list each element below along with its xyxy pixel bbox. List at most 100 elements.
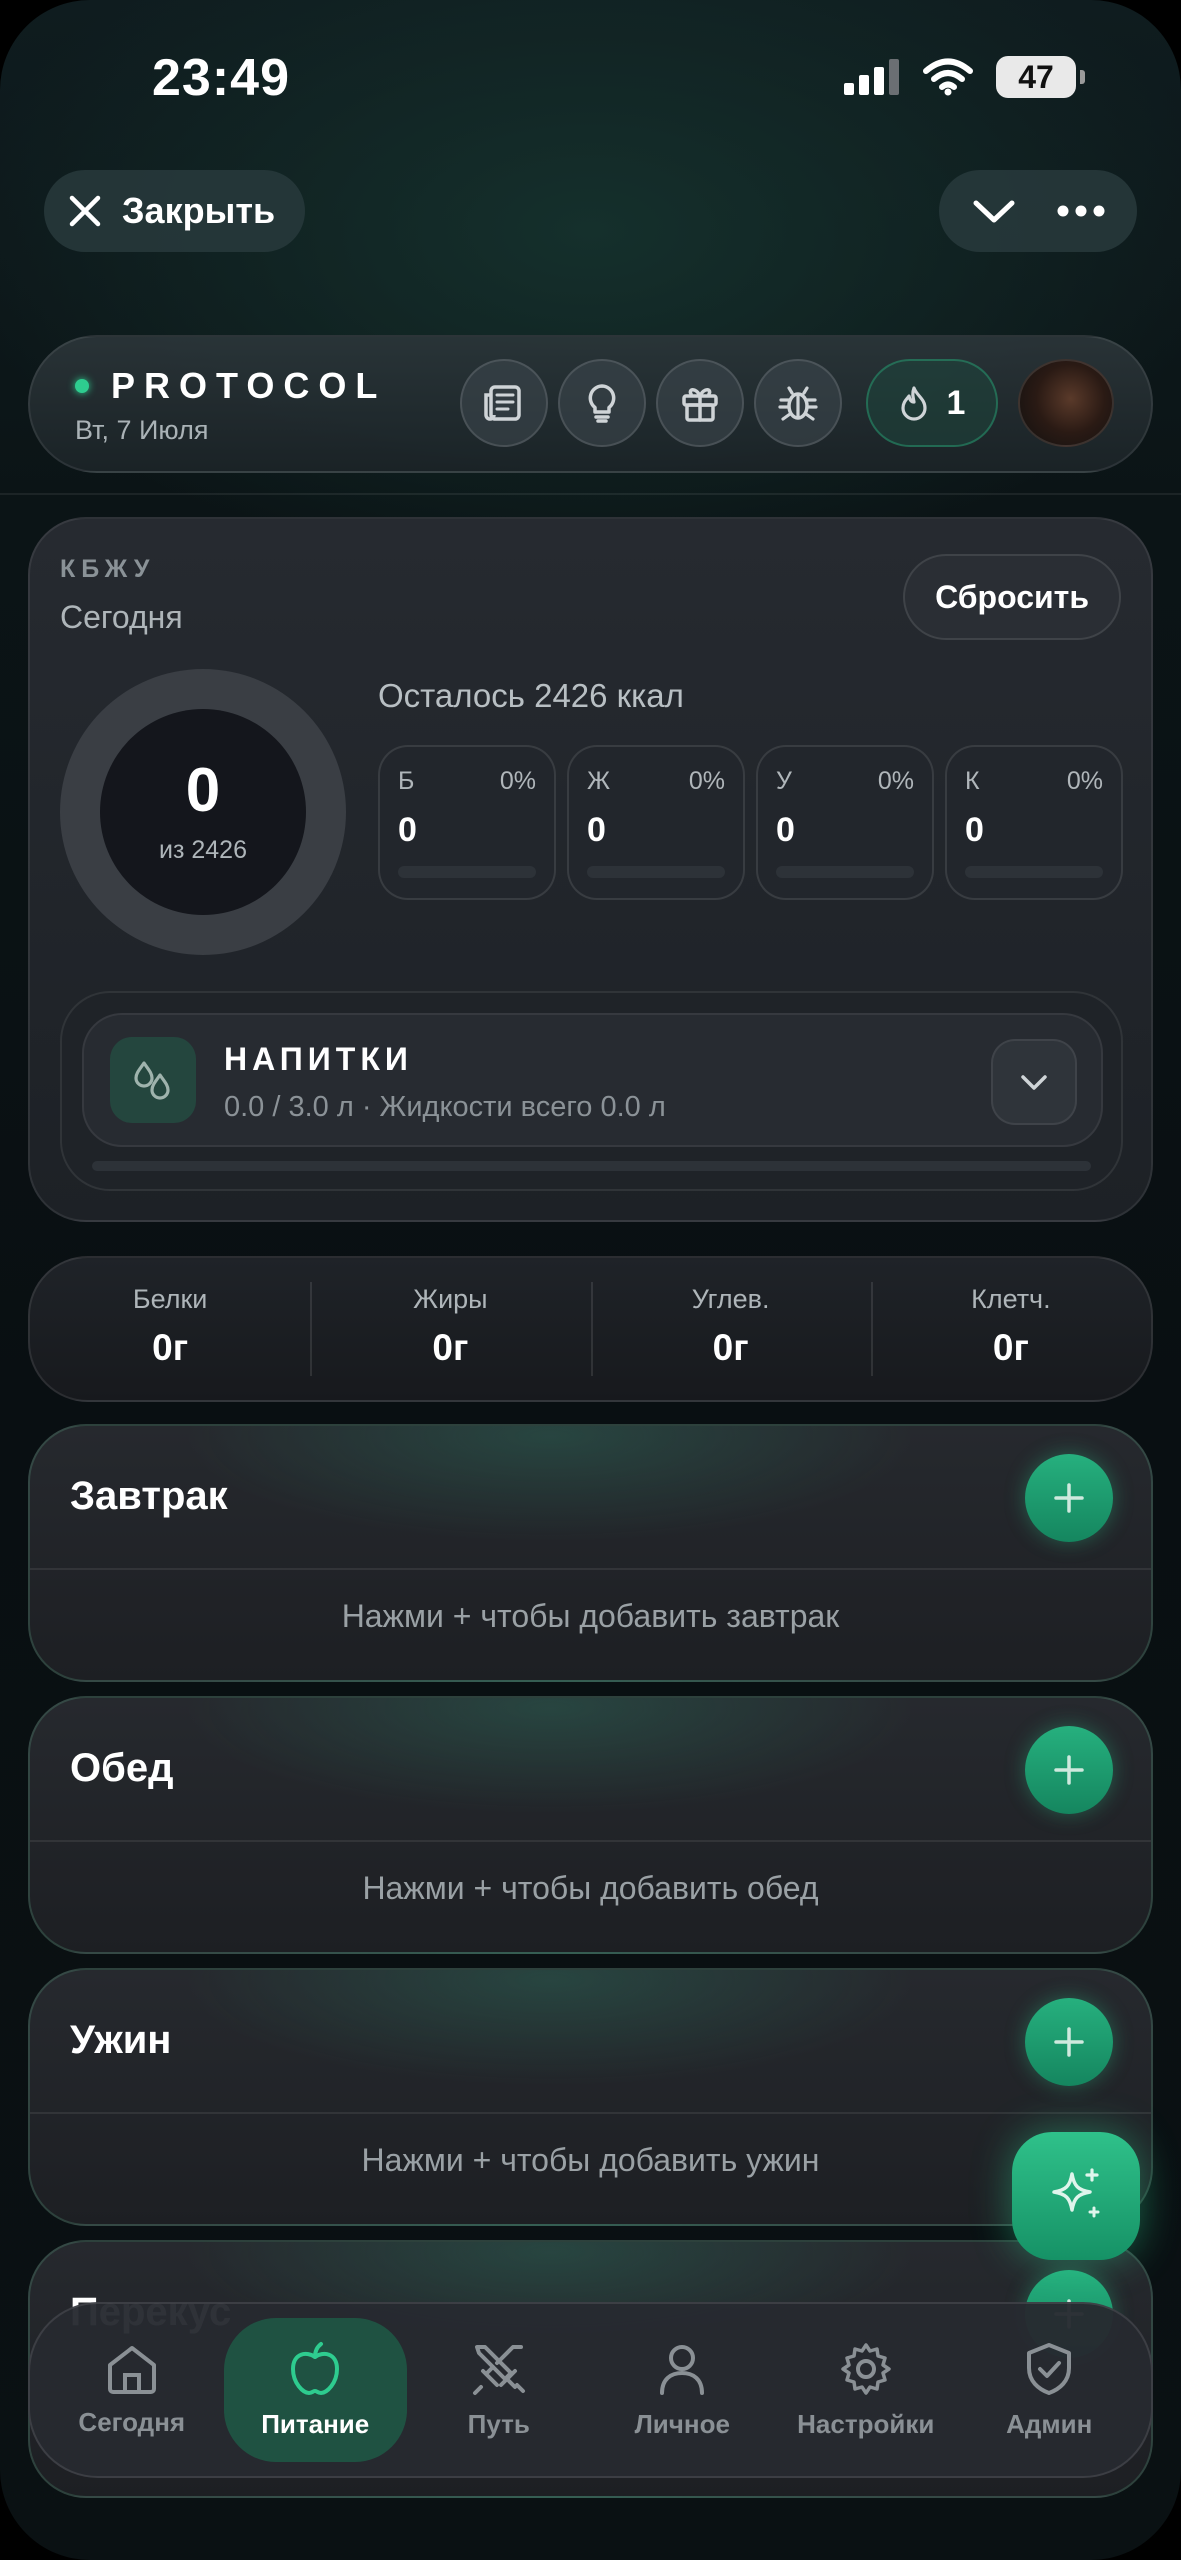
meal-dinner: Ужин Нажми + чтобы добавить ужин: [28, 1968, 1153, 2226]
plus-icon: [1054, 2027, 1084, 2057]
ai-assistant-button[interactable]: [1012, 2132, 1140, 2260]
status-time: 23:49: [152, 49, 290, 107]
meal-breakfast: Завтрак Нажми + чтобы добавить завтрак: [28, 1424, 1153, 1682]
drinks-icon-badge: [110, 1037, 196, 1123]
nav-admin[interactable]: Админ: [958, 2318, 1142, 2462]
streak-count: 1: [946, 383, 966, 422]
macro-progress: [587, 866, 725, 878]
sparkles-icon: [1052, 2168, 1100, 2218]
streak-badge[interactable]: 1: [866, 359, 998, 447]
drinks-expand-button[interactable]: [991, 1039, 1077, 1125]
lightbulb-icon: [588, 384, 616, 423]
drinks-row[interactable]: НАПИТКИ 0.0 / 3.0 л · Жидкости всего 0.0…: [82, 1013, 1103, 1147]
gifts-button[interactable]: [656, 359, 744, 447]
macro-percent: 0%: [1066, 767, 1103, 795]
drinks-title: НАПИТКИ: [224, 1041, 413, 1077]
droplets-icon: [134, 1061, 170, 1100]
macro-letter: К: [965, 767, 980, 795]
kbju-label: КБЖУ: [60, 555, 156, 583]
drinks-card: НАПИТКИ 0.0 / 3.0 л · Жидкости всего 0.0…: [60, 991, 1123, 1191]
nav-path[interactable]: Путь: [407, 2318, 591, 2462]
add-lunch-button[interactable]: [1025, 1726, 1113, 1814]
nav-nutrition[interactable]: Питание: [223, 2318, 407, 2462]
battery-indicator: 47: [996, 56, 1085, 98]
top-right-controls: [939, 170, 1137, 252]
more-icon[interactable]: [1057, 204, 1105, 218]
macro-fiber: К 0% 0: [945, 745, 1123, 900]
macro-letter: У: [776, 767, 792, 795]
ideas-button[interactable]: [558, 359, 646, 447]
drinks-progress: [92, 1161, 1091, 1171]
close-button[interactable]: Закрыть: [44, 170, 306, 252]
add-breakfast-button[interactable]: [1025, 1454, 1113, 1542]
nav-label: Админ: [1006, 2408, 1093, 2439]
nav-label: Питание: [261, 2408, 370, 2439]
bug-report-button[interactable]: [754, 359, 842, 447]
status-icons: 47: [842, 56, 1085, 98]
gift-icon: [682, 388, 718, 422]
meal-divider: [30, 1840, 1151, 1842]
shield-icon: [1027, 2342, 1072, 2395]
nav-label: Личное: [634, 2408, 730, 2439]
reset-button[interactable]: Сбросить: [903, 554, 1121, 640]
summary-label: Белки: [132, 1284, 208, 1314]
meal-hint: Нажми + чтобы добавить завтрак: [341, 1598, 840, 1634]
plus-icon: [1054, 1755, 1084, 1785]
macro-progress: [965, 866, 1103, 878]
summary-carbs: Углев. 0г: [590, 1258, 871, 1400]
nav-settings[interactable]: Настройки: [774, 2318, 958, 2462]
plus-icon: [1054, 1483, 1084, 1513]
meal-hint: Нажми + чтобы добавить обед: [362, 1870, 819, 1906]
drinks-subtitle: 0.0 / 3.0 л · Жидкости всего 0.0 л: [224, 1091, 666, 1123]
newspaper-icon: [484, 385, 521, 421]
nav-label: Сегодня: [78, 2406, 186, 2437]
user-icon: [660, 2344, 705, 2395]
home-icon: [107, 2345, 156, 2394]
macro-percent: 0%: [499, 767, 536, 795]
macro-carbs: У 0% 0: [756, 745, 934, 900]
bug-icon: [778, 386, 818, 421]
calories-goal: из 2426: [159, 835, 247, 864]
meal-title: Обед: [70, 1746, 174, 1790]
meal-lunch: Обед Нажми + чтобы добавить обед: [28, 1696, 1153, 1954]
macro-value: 0: [776, 811, 795, 849]
summary-value: 0г: [152, 1327, 189, 1368]
summary-label: Клетч.: [971, 1284, 1051, 1314]
header-date: Вт, 7 Июля: [75, 415, 209, 445]
kbju-period: Сегодня: [60, 599, 183, 635]
avatar[interactable]: [1018, 359, 1114, 447]
calories-value: 0: [185, 755, 221, 825]
swords-icon: [472, 2344, 525, 2395]
macro-fat: Ж 0% 0: [567, 745, 745, 900]
header-divider: [0, 493, 1181, 495]
chevron-down-icon[interactable]: [972, 196, 1016, 226]
calorie-ring: 0 из 2426: [60, 669, 346, 955]
close-icon: [69, 195, 101, 227]
brand-name: PROTOCOL: [111, 365, 387, 406]
meal-hint: Нажми + чтобы добавить ужин: [361, 2142, 820, 2178]
brand: PROTOCOL: [75, 365, 386, 407]
add-dinner-button[interactable]: [1025, 1998, 1113, 2086]
calorie-ring-center: 0 из 2426: [100, 709, 306, 915]
app-screen: 23:49 47 Закрыть PROTOCOL Вт, 7 Июля 1 К…: [0, 0, 1181, 2560]
macro-letter: Б: [398, 767, 415, 795]
gear-icon: [841, 2342, 891, 2395]
macro-progress: [776, 866, 914, 878]
nav-label: Путь: [467, 2408, 530, 2439]
macro-value: 0: [398, 811, 417, 849]
chevron-down-icon: [1021, 1075, 1047, 1090]
kbju-card: КБЖУ Сегодня Сбросить 0 из 2426 Осталось…: [28, 517, 1153, 1222]
apple-icon: [291, 2341, 340, 2395]
macro-value: 0: [965, 811, 984, 849]
nav-personal[interactable]: Личное: [591, 2318, 775, 2462]
summary-label: Углев.: [691, 1284, 770, 1314]
wifi-icon: [923, 58, 973, 96]
online-dot: [75, 379, 89, 393]
header-card: PROTOCOL Вт, 7 Июля 1: [28, 335, 1153, 473]
summary-value: 0г: [432, 1327, 469, 1368]
nav-today[interactable]: Сегодня: [40, 2318, 224, 2462]
news-button[interactable]: [460, 359, 548, 447]
macro-percent: 0%: [877, 767, 914, 795]
nav-label: Настройки: [797, 2408, 935, 2439]
meal-title: Завтрак: [70, 1474, 228, 1518]
